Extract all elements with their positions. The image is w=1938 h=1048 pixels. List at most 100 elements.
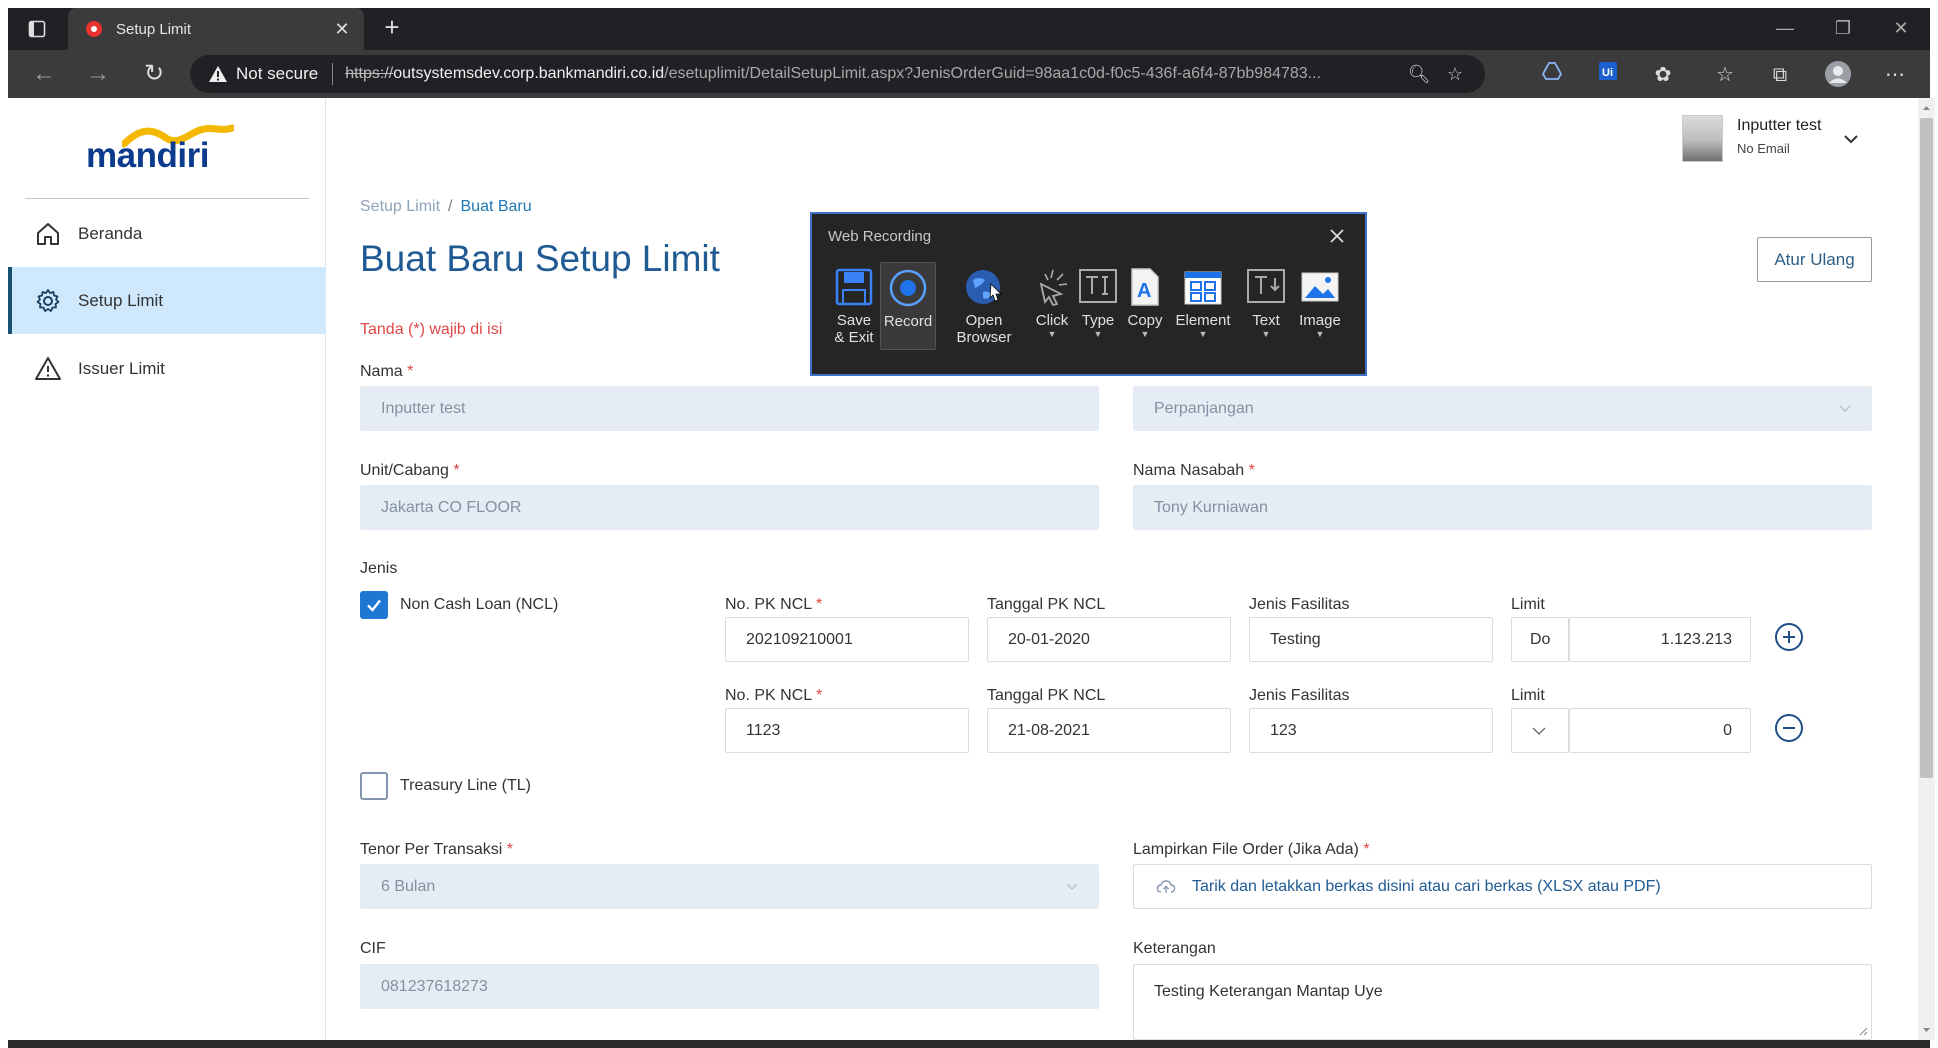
nama-label: Nama *	[360, 363, 414, 380]
sidebar-item-issuer-limit[interactable]: Issuer Limit	[8, 335, 326, 402]
tab-actions-button[interactable]	[20, 12, 54, 46]
no-pk-ncl-label: No. PK NCL *	[725, 687, 823, 704]
avatar[interactable]	[1682, 115, 1723, 162]
nama-field: Inputter test	[360, 386, 1099, 431]
chevron-down-icon[interactable]	[1840, 128, 1862, 150]
address-separator	[332, 63, 334, 85]
url-host: outsystemsdev.corp.bankmandiri.co.id	[393, 65, 665, 82]
limit-input[interactable]: 1.123.213	[1569, 617, 1751, 662]
ncl-label[interactable]: Non Cash Loan (NCL)	[400, 596, 558, 614]
dropdown-caret-icon: ▼	[1315, 329, 1325, 339]
add-row-icon[interactable]	[1774, 622, 1804, 652]
keterangan-value: Testing Keterangan Mantap Uye	[1154, 983, 1383, 1000]
scroll-thumb[interactable]	[1920, 118, 1933, 778]
save-exit-button[interactable]: Save & Exit	[826, 262, 882, 366]
reload-button[interactable]: ↻	[136, 56, 172, 92]
file-drop-zone[interactable]: Tarik dan letakkan berkas disini atau ca…	[1133, 864, 1872, 909]
jenis-fasilitas-input[interactable]: 123	[1249, 708, 1493, 753]
element-button[interactable]: Element ▼	[1168, 262, 1238, 366]
cif-label: CIF	[360, 940, 386, 957]
sidebar-item-label: Setup Limit	[78, 290, 164, 310]
home-icon	[37, 222, 59, 245]
resize-grip-icon[interactable]	[1858, 1026, 1868, 1036]
screen: { "browser": { "tab_title": "Setup Limit…	[0, 0, 1938, 1048]
taskbar-strip	[8, 1040, 1930, 1048]
remove-row-icon[interactable]	[1774, 713, 1804, 743]
tl-label[interactable]: Treasury Line (TL)	[400, 777, 531, 795]
back-button[interactable]: ←	[26, 56, 62, 92]
forward-button[interactable]: →	[80, 56, 116, 92]
tab-title: Setup Limit	[116, 20, 192, 38]
currency-select[interactable]	[1511, 708, 1569, 753]
profile-icon[interactable]	[1823, 60, 1853, 90]
url-text[interactable]: https://outsystemsdev.corp.bankmandiri.c…	[345, 65, 1415, 83]
sidebar-item-setup-limit[interactable]: Setup Limit	[8, 267, 326, 334]
warning-icon	[209, 66, 227, 82]
jenis-fasilitas-value: 123	[1270, 721, 1297, 739]
recorder-title: Web Recording	[828, 228, 932, 245]
extension-drive-icon[interactable]	[1537, 60, 1567, 90]
tool-label: Image	[1299, 312, 1341, 329]
extension-uipath-icon[interactable]: Ui	[1593, 60, 1623, 90]
not-secure-label[interactable]: Not secure	[236, 64, 318, 84]
no-pk-ncl-input[interactable]: 1123	[725, 708, 969, 753]
tanggal-pk-ncl-value: 20-01-2020	[1008, 630, 1090, 648]
tool-label: Save & Exit	[834, 312, 874, 346]
user-email: No Email	[1737, 141, 1790, 156]
tanggal-pk-ncl-input[interactable]: 21-08-2021	[987, 708, 1231, 753]
tenor-select: 6 Bulan	[360, 864, 1099, 909]
limit-label: Limit	[1511, 596, 1545, 613]
sidebar-item-beranda[interactable]: Beranda	[8, 200, 326, 267]
url-protocol: https://	[345, 65, 394, 82]
add-favorite-icon[interactable]: ☆	[1443, 62, 1467, 86]
no-pk-ncl-value: 1123	[746, 721, 781, 739]
browser-tab[interactable]: Setup Limit ✕	[68, 8, 364, 50]
scroll-up-icon[interactable]	[1918, 100, 1935, 116]
scroll-down-icon[interactable]	[1918, 1022, 1935, 1038]
tenor-value: 6 Bulan	[381, 877, 436, 895]
close-icon[interactable]	[1325, 224, 1349, 248]
minimize-button[interactable]: —	[1760, 8, 1810, 48]
user-name[interactable]: Inputter test	[1737, 117, 1822, 135]
tl-checkbox[interactable]	[360, 772, 388, 800]
tanggal-pk-ncl-input[interactable]: 20-01-2020	[987, 617, 1231, 662]
tool-label: Text	[1252, 312, 1280, 329]
tab-close-icon[interactable]: ✕	[332, 19, 352, 39]
tool-label: Record	[883, 313, 933, 330]
more-menu-icon[interactable]: ⋯	[1880, 60, 1910, 90]
jenis-fasilitas-value: Testing	[1270, 630, 1321, 648]
copy-button[interactable]: A Copy ▼	[1117, 262, 1173, 366]
record-button[interactable]: Record	[880, 262, 936, 350]
favicon-icon	[86, 21, 102, 37]
reset-button[interactable]: Atur Ulang	[1757, 237, 1872, 282]
breadcrumb-root[interactable]: Setup Limit	[360, 198, 440, 216]
extensions-icon[interactable]: ✿	[1648, 60, 1678, 90]
restore-button[interactable]: ❐	[1818, 8, 1868, 48]
text-button[interactable]: Text ▼	[1238, 262, 1294, 366]
url-path: /esetuplimit/DetailSetupLimit.aspx?Jenis…	[664, 65, 1322, 82]
image-button[interactable]: Image ▼	[1292, 262, 1348, 366]
tanggal-pk-ncl-label: Tanggal PK NCL	[987, 687, 1106, 704]
unit-cabang-label: Unit/Cabang *	[360, 462, 460, 479]
collections-icon[interactable]: ⧉	[1765, 60, 1795, 90]
required-note: Tanda (*) wajib di isi	[360, 321, 503, 338]
sidebar-divider	[25, 198, 309, 199]
jenis-label: Jenis	[360, 560, 398, 577]
limit-input[interactable]: 0	[1569, 708, 1751, 753]
ncl-checkbox[interactable]	[360, 591, 388, 619]
limit-value: 0	[1723, 721, 1732, 739]
open-browser-button[interactable]: Open Browser	[952, 262, 1016, 366]
jenis-fasilitas-input[interactable]: Testing	[1249, 617, 1493, 662]
nama-nasabah-label: Nama Nasabah *	[1133, 462, 1255, 479]
currency-select[interactable]: Do	[1511, 617, 1569, 662]
zoom-icon[interactable]: 🔍︎	[1407, 62, 1431, 86]
favorites-icon[interactable]: ☆	[1710, 60, 1740, 90]
record-icon	[889, 269, 927, 307]
window-close-button[interactable]: ✕	[1876, 8, 1926, 48]
keterangan-textarea[interactable]: Testing Keterangan Mantap Uye	[1133, 964, 1872, 1040]
new-tab-button[interactable]: +	[376, 12, 408, 44]
mandiri-logo[interactable]: mandiri	[86, 124, 246, 180]
sidebar-item-label: Beranda	[78, 223, 143, 243]
address-bar[interactable]: Not secure https://outsystemsdev.corp.ba…	[190, 55, 1485, 93]
no-pk-ncl-input[interactable]: 202109210001	[725, 617, 969, 662]
